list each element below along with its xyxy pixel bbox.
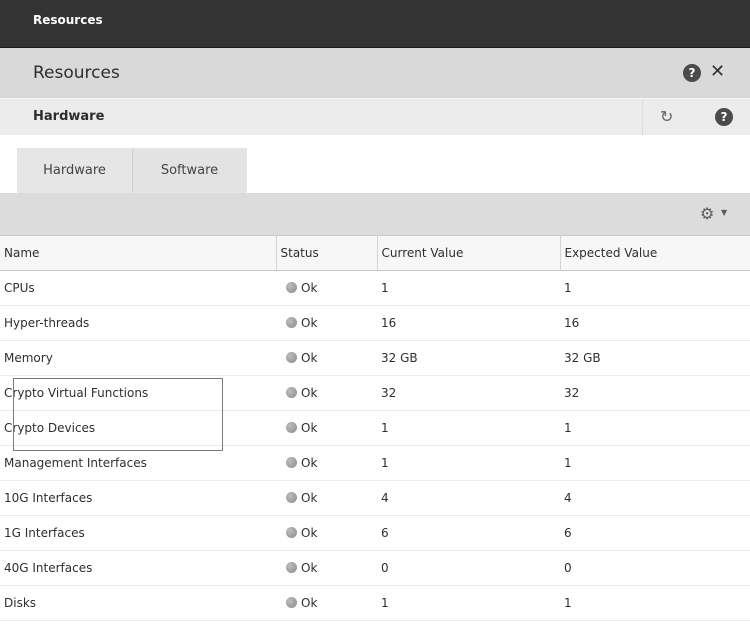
status-label: Ok (301, 281, 318, 295)
table-row[interactable]: 1G Interfaces Ok 6 6 (0, 515, 750, 551)
table-row[interactable]: Disks Ok 1 1 (0, 585, 750, 621)
status-dot-icon (286, 282, 297, 293)
cell-status: Ok (276, 445, 377, 481)
cell-current-value: 1 (377, 445, 560, 481)
table-row[interactable]: Hyper-threads Ok 16 16 (0, 305, 750, 341)
table-header-row: Name Status Current Value Expected Value (0, 235, 750, 271)
status-label: Ok (301, 386, 318, 400)
status-dot-icon (286, 457, 297, 468)
cell-name: Disks (0, 585, 276, 621)
panel-header: Resources ? ✕ (0, 48, 750, 98)
cell-name: CPUs (0, 270, 276, 306)
cell-expected-value: 0 (560, 550, 750, 586)
tab-hardware[interactable]: Hardware (17, 148, 132, 193)
table-toolbar: ⚙ ▼ (0, 193, 750, 235)
status-label: Ok (301, 351, 318, 365)
close-icon[interactable]: ✕ (710, 61, 725, 83)
cell-expected-value: 16 (560, 305, 750, 341)
status-dot-icon (286, 422, 297, 433)
table-row[interactable]: 10G Interfaces Ok 4 4 (0, 480, 750, 516)
column-header-status[interactable]: Status (276, 235, 378, 271)
status-dot-icon (286, 597, 297, 608)
table-row[interactable]: CPUs Ok 1 1 (0, 270, 750, 306)
section-divider (642, 99, 643, 136)
section-title: Hardware (33, 109, 105, 124)
cell-status: Ok (276, 410, 377, 446)
table-row[interactable]: 40G Interfaces Ok 0 0 (0, 550, 750, 586)
column-header-name[interactable]: Name (0, 235, 277, 271)
status-label: Ok (301, 316, 318, 330)
status-label: Ok (301, 526, 318, 540)
status-dot-icon (286, 492, 297, 503)
cell-expected-value: 1 (560, 270, 750, 306)
cell-expected-value: 32 (560, 375, 750, 411)
cell-current-value: 1 (377, 585, 560, 621)
cell-expected-value: 4 (560, 480, 750, 516)
cell-current-value: 1 (377, 410, 560, 446)
tab-software[interactable]: Software (132, 148, 247, 193)
panel-title: Resources (33, 63, 120, 83)
gear-icon[interactable]: ⚙ (700, 204, 714, 223)
cell-expected-value: 6 (560, 515, 750, 551)
status-dot-icon (286, 562, 297, 573)
cell-status: Ok (276, 550, 377, 586)
cell-status: Ok (276, 270, 377, 306)
status-label: Ok (301, 596, 318, 610)
chevron-down-icon[interactable]: ▼ (721, 208, 727, 217)
status-label: Ok (301, 491, 318, 505)
cell-status: Ok (276, 340, 377, 376)
status-dot-icon (286, 317, 297, 328)
cell-status: Ok (276, 515, 377, 551)
cell-current-value: 32 (377, 375, 560, 411)
cell-status: Ok (276, 305, 377, 341)
highlight-annotation-box (13, 378, 223, 451)
tab-bar: Hardware Software (17, 148, 247, 193)
cell-current-value: 6 (377, 515, 560, 551)
column-header-expected-value[interactable]: Expected Value (560, 235, 750, 271)
cell-name: Memory (0, 340, 276, 376)
section-header: Hardware ↻ ? (0, 98, 750, 136)
cell-status: Ok (276, 375, 377, 411)
help-icon[interactable]: ? (683, 64, 701, 82)
status-dot-icon (286, 387, 297, 398)
cell-name: Hyper-threads (0, 305, 276, 341)
cell-expected-value: 1 (560, 445, 750, 481)
column-header-current-value[interactable]: Current Value (377, 235, 561, 271)
cell-name: 10G Interfaces (0, 480, 276, 516)
cell-name: 1G Interfaces (0, 515, 276, 551)
cell-current-value: 0 (377, 550, 560, 586)
status-label: Ok (301, 561, 318, 575)
status-label: Ok (301, 456, 318, 470)
cell-expected-value: 1 (560, 410, 750, 446)
cell-expected-value: 1 (560, 585, 750, 621)
cell-current-value: 4 (377, 480, 560, 516)
section-help-icon[interactable]: ? (715, 108, 733, 126)
status-dot-icon (286, 352, 297, 363)
cell-status: Ok (276, 480, 377, 516)
window-title: Resources (0, 0, 750, 48)
table-row[interactable]: Memory Ok 32 GB 32 GB (0, 340, 750, 376)
cell-status: Ok (276, 585, 377, 621)
cell-current-value: 32 GB (377, 340, 560, 376)
cell-expected-value: 32 GB (560, 340, 750, 376)
refresh-icon[interactable]: ↻ (660, 107, 673, 126)
cell-name: 40G Interfaces (0, 550, 276, 586)
status-label: Ok (301, 421, 318, 435)
cell-current-value: 16 (377, 305, 560, 341)
cell-current-value: 1 (377, 270, 560, 306)
status-dot-icon (286, 527, 297, 538)
